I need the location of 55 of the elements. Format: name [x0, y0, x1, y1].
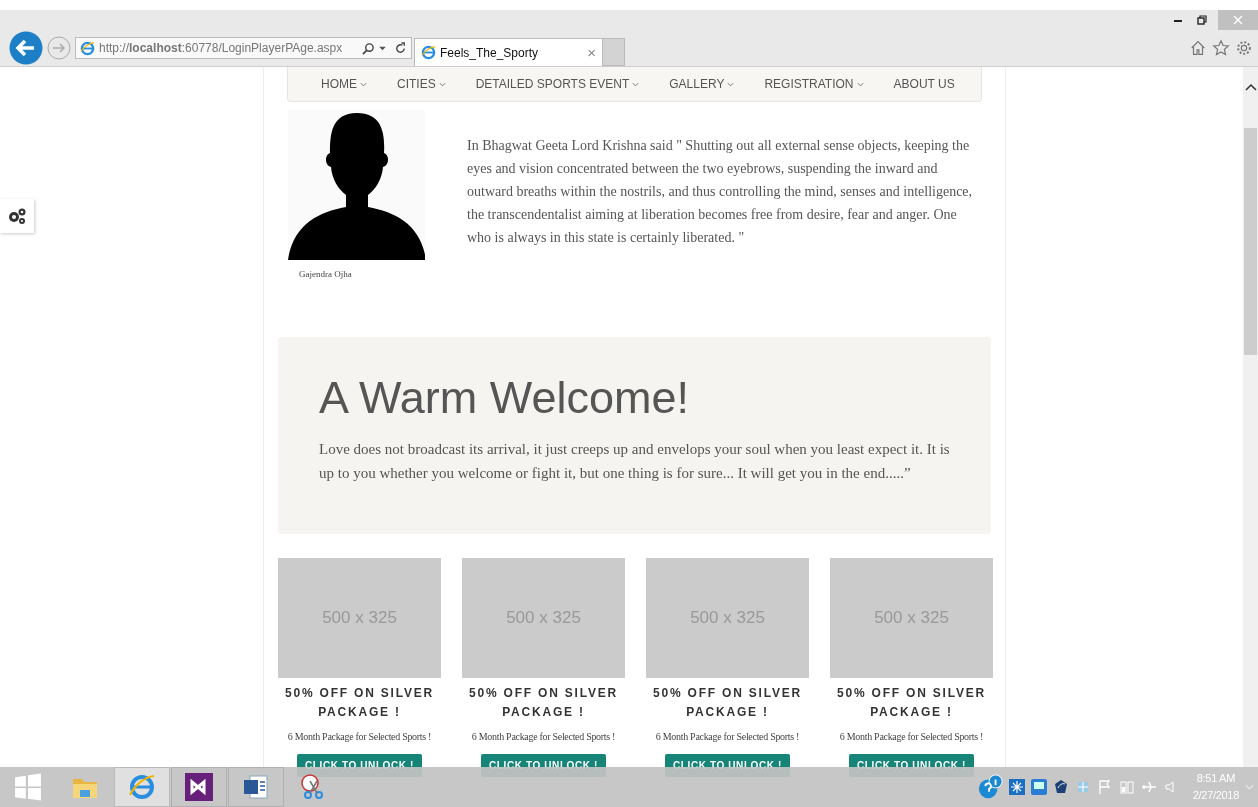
chevron-icon [438, 81, 446, 87]
card-subtitle: 6 Month Package for Selected Sports ! [287, 731, 432, 742]
clock-time: 8:51 AM [1196, 771, 1235, 786]
card-subtitle: 6 Month Package for Selected Sports ! [471, 731, 616, 742]
nav-link[interactable]: HOME [321, 77, 367, 91]
search-icon[interactable] [362, 41, 375, 55]
welcome-heading: A Warm Welcome! [319, 371, 691, 425]
home-icon[interactable] [1189, 39, 1207, 57]
star-icon[interactable] [1212, 39, 1230, 57]
help-info-icon[interactable] [976, 774, 1003, 800]
taskbar-button[interactable] [171, 767, 227, 807]
document-icon [242, 773, 270, 801]
nav-link[interactable]: DETAILED SPORTS EVENT [475, 77, 640, 91]
welcome-text: Love does not broadcast its arrival, it just creeps up and envelops your soul when you least expect it. It is up to you whether you welcome or fight it, but one thing is for sure... It will get you in the end.....” [319, 440, 951, 483]
clock-date: 2/27/2018 [1192, 788, 1239, 803]
avatar-caption: Gajendra Ojha [299, 269, 352, 279]
chevron-icon [360, 81, 367, 87]
tab-close-button[interactable]: × [587, 44, 596, 61]
quote-text: In Bhagwat Geeta Lord Krishna said " Shutting out all external sense objects, keeping the eyes and vision concentrated between the two eyebrows, suspending the inward and outward breaths within the nostrils, and thus controlling the mind, senses and intelligence, the transcendentalist aiming at liberation becomes free from desire, fear and anger. One who is always in this state is certainly liberated. " [467, 137, 974, 247]
card-title: 50% OFF ON SILVER PACKAGE ! [283, 685, 436, 721]
scrollbar-thumb[interactable] [1244, 128, 1257, 355]
settings-icon[interactable] [1235, 39, 1253, 57]
nav-link[interactable]: REGISTRATION [764, 77, 864, 91]
infinity-logo-icon [185, 773, 213, 801]
close-icon [1233, 15, 1243, 25]
scrollbar[interactable] [1243, 67, 1258, 767]
settings-tab[interactable] [0, 199, 34, 233]
nav-link[interactable]: CITIES [397, 77, 446, 91]
snowflake-icon[interactable] [1008, 779, 1025, 795]
card-title: 50% OFF ON SILVER PACKAGE ! [835, 685, 988, 721]
refresh-icon[interactable] [394, 41, 407, 55]
caret-icon[interactable] [379, 45, 386, 51]
forward-button[interactable] [47, 36, 71, 60]
chevron-icon [632, 81, 640, 87]
card-subtitle: 6 Month Package for Selected Sports ! [655, 731, 800, 742]
chevron-icon [727, 81, 735, 87]
chevron-icon [856, 81, 864, 87]
card-subtitle: 6 Month Package for Selected Sports ! [839, 731, 984, 742]
globe-icon [80, 40, 95, 56]
network-card-icon[interactable] [1030, 779, 1047, 795]
nav-link[interactable]: GALLERY [669, 77, 735, 91]
address-field[interactable]: http://localhost:60778/LoginPlayerPAge.aspx [75, 37, 412, 59]
windows-icon [14, 773, 42, 801]
restore-icon[interactable] [1197, 15, 1207, 25]
scroll-up-icon[interactable] [1244, 83, 1257, 91]
card-title: 50% OFF ON SILVER PACKAGE ! [467, 685, 620, 721]
back-button[interactable] [9, 31, 43, 65]
nav-link[interactable]: ABOUT US [893, 77, 955, 91]
taskbar-button[interactable] [228, 767, 284, 807]
browser-tab[interactable]: Feels_The_Sporty × [414, 38, 603, 66]
globe-icon [421, 45, 436, 60]
gears-icon[interactable] [6, 206, 28, 226]
browser-icon [128, 773, 156, 801]
card-title: 50% OFF ON SILVER PACKAGE ! [651, 685, 804, 721]
shield-icon[interactable] [1052, 779, 1069, 795]
